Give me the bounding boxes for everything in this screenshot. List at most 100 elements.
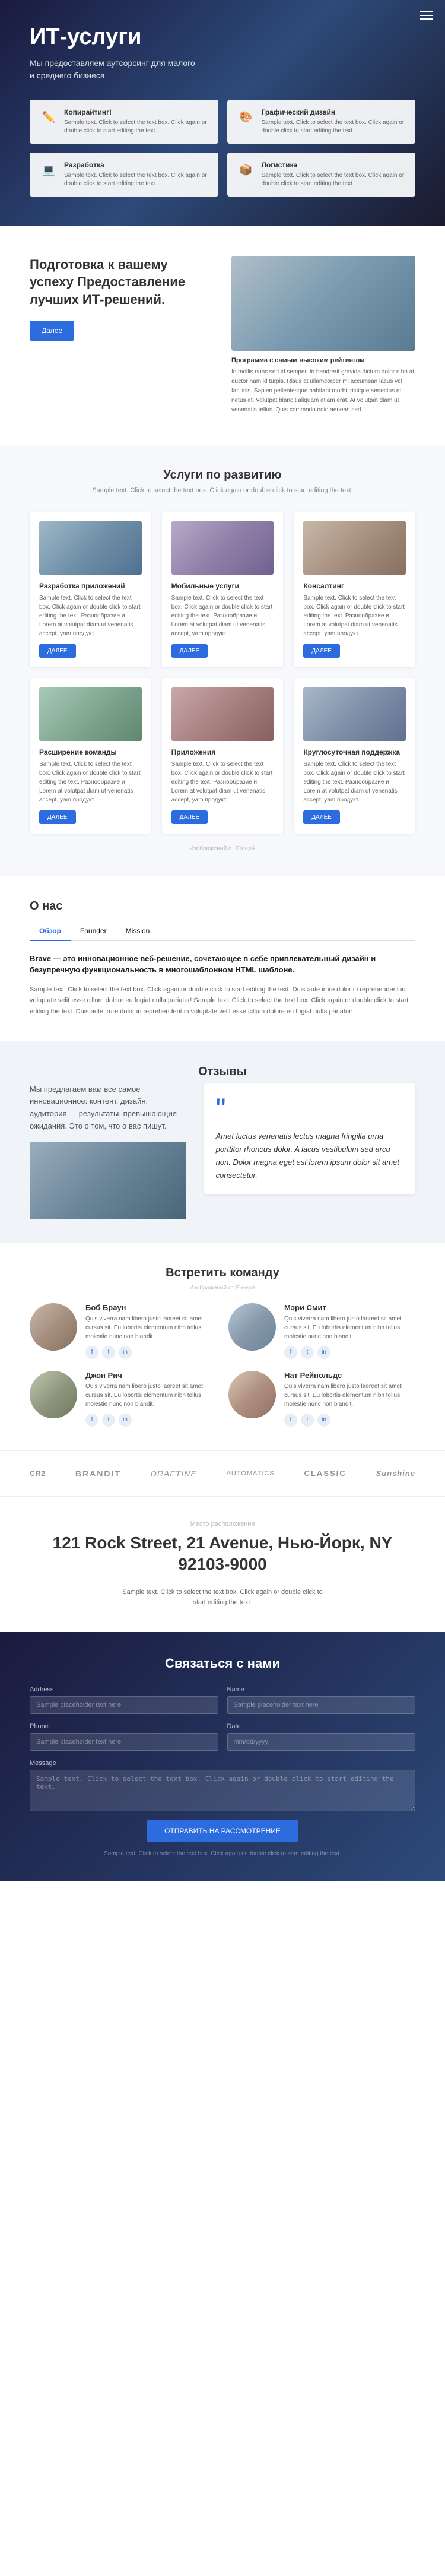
team-avatar-mary xyxy=(228,1303,276,1351)
prep-right: Программа с самым высоким рейтингом In m… xyxy=(231,256,415,415)
testimonial-text: Amet luctus venenatis lectus magna fring… xyxy=(216,1130,403,1182)
hamburger-menu[interactable] xyxy=(420,9,433,22)
logo-brandit: BRANDIT xyxy=(75,1469,121,1478)
about-section: О нас ОбзорFounderMission Brave — это ин… xyxy=(0,876,445,1041)
location-text: Sample text. Click to select the text bo… xyxy=(119,1588,326,1608)
location-subtitle: Место расположения xyxy=(30,1520,415,1528)
social-in-icon-nat[interactable]: in xyxy=(317,1414,330,1427)
testimonials-section: Отзывы Мы предлагаем вам все самое иннов… xyxy=(0,1041,445,1243)
social-f-icon-mary[interactable]: f xyxy=(284,1346,297,1359)
services-section: Услуги по развитию Sample text. Click to… xyxy=(0,445,445,876)
hero-card-copywriting: ✏️ Копирайтинг! Sample text. Click to se… xyxy=(30,100,218,144)
social-t-icon-mary[interactable]: t xyxy=(301,1346,314,1359)
social-t-icon-john[interactable]: t xyxy=(102,1414,115,1427)
form-input-phone[interactable] xyxy=(30,1733,218,1751)
team-card-john: Джон Рич Quis viverra nam libero justo l… xyxy=(30,1371,217,1427)
social-in-icon-john[interactable]: in xyxy=(119,1414,132,1427)
contact-footer-note: Sample text. Click to select the text bo… xyxy=(30,1851,415,1857)
testimonials-left: Мы предлагаем вам все самое инновационно… xyxy=(30,1083,186,1219)
form-input-address[interactable] xyxy=(30,1696,218,1714)
testimonials-image-inner xyxy=(30,1142,186,1219)
service-btn-mobile[interactable]: ДАЛЕЕ xyxy=(171,644,208,658)
hero-card-development: 💻 Разработка Sample text. Click to selec… xyxy=(30,153,218,197)
contact-title: Связаться с нами xyxy=(30,1656,415,1671)
team-social-john: ftin xyxy=(85,1414,217,1427)
team-social-bob: ftin xyxy=(85,1346,217,1359)
service-btn-round-clock[interactable]: ДАЛЕЕ xyxy=(303,810,340,824)
testimonials-inner: Мы предлагаем вам все самое инновационно… xyxy=(30,1083,415,1219)
quote-icon: " xyxy=(216,1095,403,1124)
hero-card-icon-development: 💻 xyxy=(39,161,58,180)
hero-card-title-development: Разработка xyxy=(64,161,209,169)
team-name-bob: Боб Браун xyxy=(85,1303,217,1312)
hero-card-graphic-design: 🎨 Графический дизайн Sample text. Click … xyxy=(227,100,416,144)
form-label-address: Address xyxy=(30,1686,218,1693)
hero-card-title-copywriting: Копирайтинг! xyxy=(64,108,209,116)
service-card-team-expansion: Расширение команды Sample text. Click to… xyxy=(30,678,151,834)
logo-cr2: CR2 xyxy=(30,1469,46,1478)
prep-title: Подготовка к вашему успеху Предоставлени… xyxy=(30,256,214,309)
testimonials-left-text: Мы предлагаем вам все самое инновационно… xyxy=(30,1083,186,1133)
service-card-app-dev: Разработка приложений Sample text. Click… xyxy=(30,512,151,667)
hero-content: ИТ-услуги Мы предоставляем аутсорсинг дл… xyxy=(30,24,415,197)
contact-section: Связаться с нами Address Name Phone Date… xyxy=(0,1632,445,1881)
social-f-icon-bob[interactable]: f xyxy=(85,1346,98,1359)
service-img-consulting xyxy=(303,521,406,575)
form-group-date: Date xyxy=(227,1723,416,1751)
services-grid: Разработка приложений Sample text. Click… xyxy=(30,512,415,834)
team-name-john: Джон Рич xyxy=(85,1371,217,1380)
form-group-message: Message xyxy=(30,1760,415,1811)
service-img-app-dev xyxy=(39,521,142,575)
team-text-nat: Quis viverra nam libero justo laoreet si… xyxy=(284,1382,415,1409)
service-text-app-dev: Sample text. Click to select the text bo… xyxy=(39,594,142,638)
logo-sunshine: Sunshine xyxy=(376,1469,415,1478)
team-card-bob: Боб Браун Quis viverra nam libero justo … xyxy=(30,1303,217,1359)
hero-title: ИТ-услуги xyxy=(30,24,415,51)
form-input-date[interactable] xyxy=(227,1733,416,1751)
social-f-icon-nat[interactable]: f xyxy=(284,1414,297,1427)
social-t-icon-bob[interactable]: t xyxy=(102,1346,115,1359)
form-group-address: Address xyxy=(30,1686,218,1714)
hero-cards-grid: ✏️ Копирайтинг! Sample text. Click to se… xyxy=(30,100,415,197)
hero-card-icon-graphic-design: 🎨 xyxy=(237,108,256,127)
social-t-icon-nat[interactable]: t xyxy=(301,1414,314,1427)
service-btn-app-dev[interactable]: ДАЛЕЕ xyxy=(39,644,76,658)
form-input-name[interactable] xyxy=(227,1696,416,1714)
contact-submit-button[interactable]: ОТПРАВИТЬ НА РАССМОТРЕНИЕ xyxy=(147,1820,298,1842)
about-title: О нас xyxy=(30,899,415,913)
hero-card-title-graphic-design: Графический дизайн xyxy=(262,108,406,116)
about-tab-mission[interactable]: Mission xyxy=(116,922,160,941)
social-in-icon-mary[interactable]: in xyxy=(317,1346,330,1359)
social-f-icon-john[interactable]: f xyxy=(85,1414,98,1427)
service-card-applications: Приложения Sample text. Click to select … xyxy=(162,678,284,834)
team-avatar-bob xyxy=(30,1303,77,1351)
about-tab-founder[interactable]: Founder xyxy=(71,922,116,941)
service-text-mobile: Sample text. Click to select the text bo… xyxy=(171,594,274,638)
service-btn-consulting[interactable]: ДАЛЕЕ xyxy=(303,644,340,658)
service-btn-applications[interactable]: ДАЛЕЕ xyxy=(171,810,208,824)
testimonials-image xyxy=(30,1142,186,1219)
prep-image-text: In mollis nunc sed id semper. In hendrer… xyxy=(231,367,415,415)
location-section: Место расположения 121 Rock Street, 21 A… xyxy=(0,1497,445,1632)
service-text-consulting: Sample text. Click to select the text bo… xyxy=(303,594,406,638)
about-tab-обзор[interactable]: Обзор xyxy=(30,922,71,941)
hero-card-icon-copywriting: ✏️ xyxy=(39,108,58,127)
service-card-round-clock: Круглосуточная поддержка Sample text. Cl… xyxy=(294,678,415,834)
team-name-nat: Нат Рейнольдс xyxy=(284,1371,415,1380)
hero-card-logistics: 📦 Логистика Sample text. Click to select… xyxy=(227,153,416,197)
social-in-icon-bob[interactable]: in xyxy=(119,1346,132,1359)
form-textarea-message[interactable] xyxy=(30,1770,415,1811)
form-label-phone: Phone xyxy=(30,1723,218,1730)
team-title: Встретить команду xyxy=(30,1266,415,1280)
hero-card-icon-logistics: 📦 xyxy=(237,161,256,180)
form-label-message: Message xyxy=(30,1760,415,1767)
team-card-mary: Мэри Смит Quis viverra nam libero justo … xyxy=(228,1303,415,1359)
hero-card-text-logistics: Sample text. Click to select the text bo… xyxy=(262,172,406,188)
service-img-applications xyxy=(171,687,274,741)
prep-image xyxy=(231,256,415,351)
contact-form: Address Name Phone Date Message xyxy=(30,1686,415,1811)
hero-section: ИТ-услуги Мы предоставляем аутсорсинг дл… xyxy=(0,0,445,226)
prep-button[interactable]: Далее xyxy=(30,321,74,341)
service-btn-team-expansion[interactable]: ДАЛЕЕ xyxy=(39,810,76,824)
logo-draftine: DRAFTINE xyxy=(151,1469,197,1478)
